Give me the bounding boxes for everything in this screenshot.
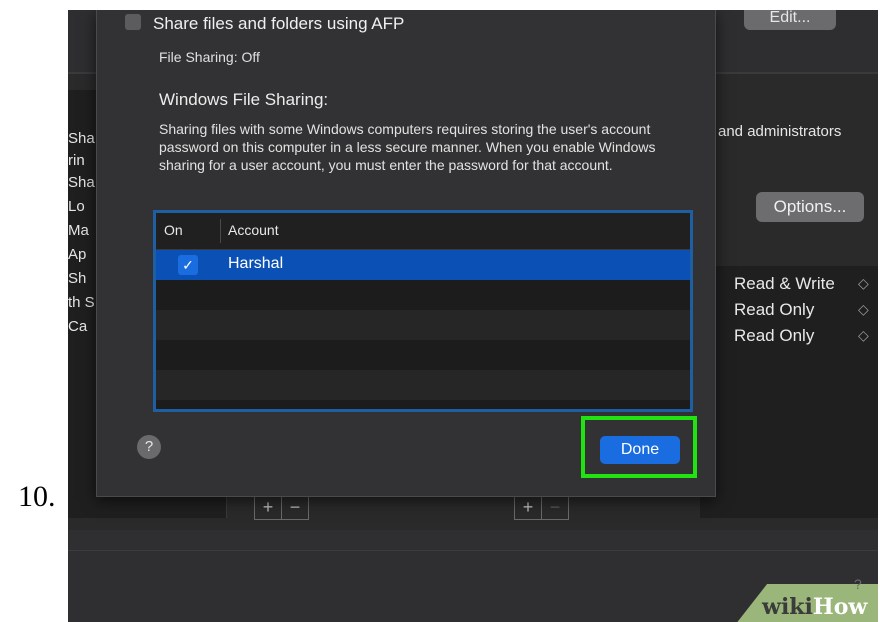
divider [68,550,878,551]
account-name: Harshal [228,255,284,272]
add-permission-button[interactable]: + [515,497,541,519]
table-row-empty [156,280,690,310]
remove-permission-button[interactable]: − [542,497,568,519]
users-add-remove: + − [254,496,309,520]
table-row-empty [156,310,690,340]
list-item[interactable]: Ca [68,318,87,335]
step-number: 10. [18,480,56,513]
permission-popup[interactable]: Read & Write [734,274,835,294]
options-button[interactable]: Options... [756,192,864,222]
column-separator [220,219,221,243]
list-item[interactable]: rin [68,152,85,169]
list-item[interactable]: Sha [68,130,95,147]
highlight-box [581,416,697,478]
table-row-empty [156,370,690,400]
screenshot: Edit... Sha rin Sha Lo Ma Ap Sh th S Ca … [68,10,878,622]
table-header: On Account [156,213,690,250]
remove-user-button[interactable]: − [282,497,308,519]
logo-wiki: wiki [762,594,813,620]
edit-button[interactable]: Edit... [744,10,836,30]
windows-sharing-description: Sharing files with some Windows computer… [159,121,656,173]
help-button[interactable]: ? [137,435,161,459]
add-user-button[interactable]: + [255,497,281,519]
permissions-list: Read & Write ◇ Read Only ◇ Read Only ◇ [700,266,878,518]
chevron-updown-icon: ◇ [858,301,869,317]
afp-checkbox[interactable] [125,14,141,30]
list-item[interactable]: Lo [68,198,85,215]
logo-how: How [812,594,868,620]
list-item[interactable]: Sh [68,270,86,287]
permission-popup[interactable]: Read Only [734,326,814,346]
column-header-account[interactable]: Account [228,222,279,238]
chevron-updown-icon: ◇ [858,327,869,343]
question-icon: ? [854,576,862,592]
wikihow-logo: wikiHow [762,594,867,620]
account-enabled-checkbox[interactable]: ✓ [178,255,198,275]
table-row[interactable]: ✓ Harshal [156,250,690,280]
chevron-updown-icon: ◇ [858,275,869,291]
table-row-empty [156,340,690,370]
windows-sharing-title: Windows File Sharing: [159,90,329,109]
accounts-table: On Account ✓ Harshal [153,210,693,412]
list-item[interactable]: Ma [68,222,89,239]
users-description: and administrators [718,123,842,140]
list-item[interactable]: Sha [68,174,95,191]
permissions-add-remove: + − [514,496,569,520]
column-header-on[interactable]: On [164,222,183,238]
afp-label: Share files and folders using AFP [153,14,405,33]
list-item[interactable]: th S [68,294,95,311]
file-sharing-status: File Sharing: Off [159,49,260,65]
list-item[interactable]: Ap [68,246,86,263]
permission-popup[interactable]: Read Only [734,300,814,320]
